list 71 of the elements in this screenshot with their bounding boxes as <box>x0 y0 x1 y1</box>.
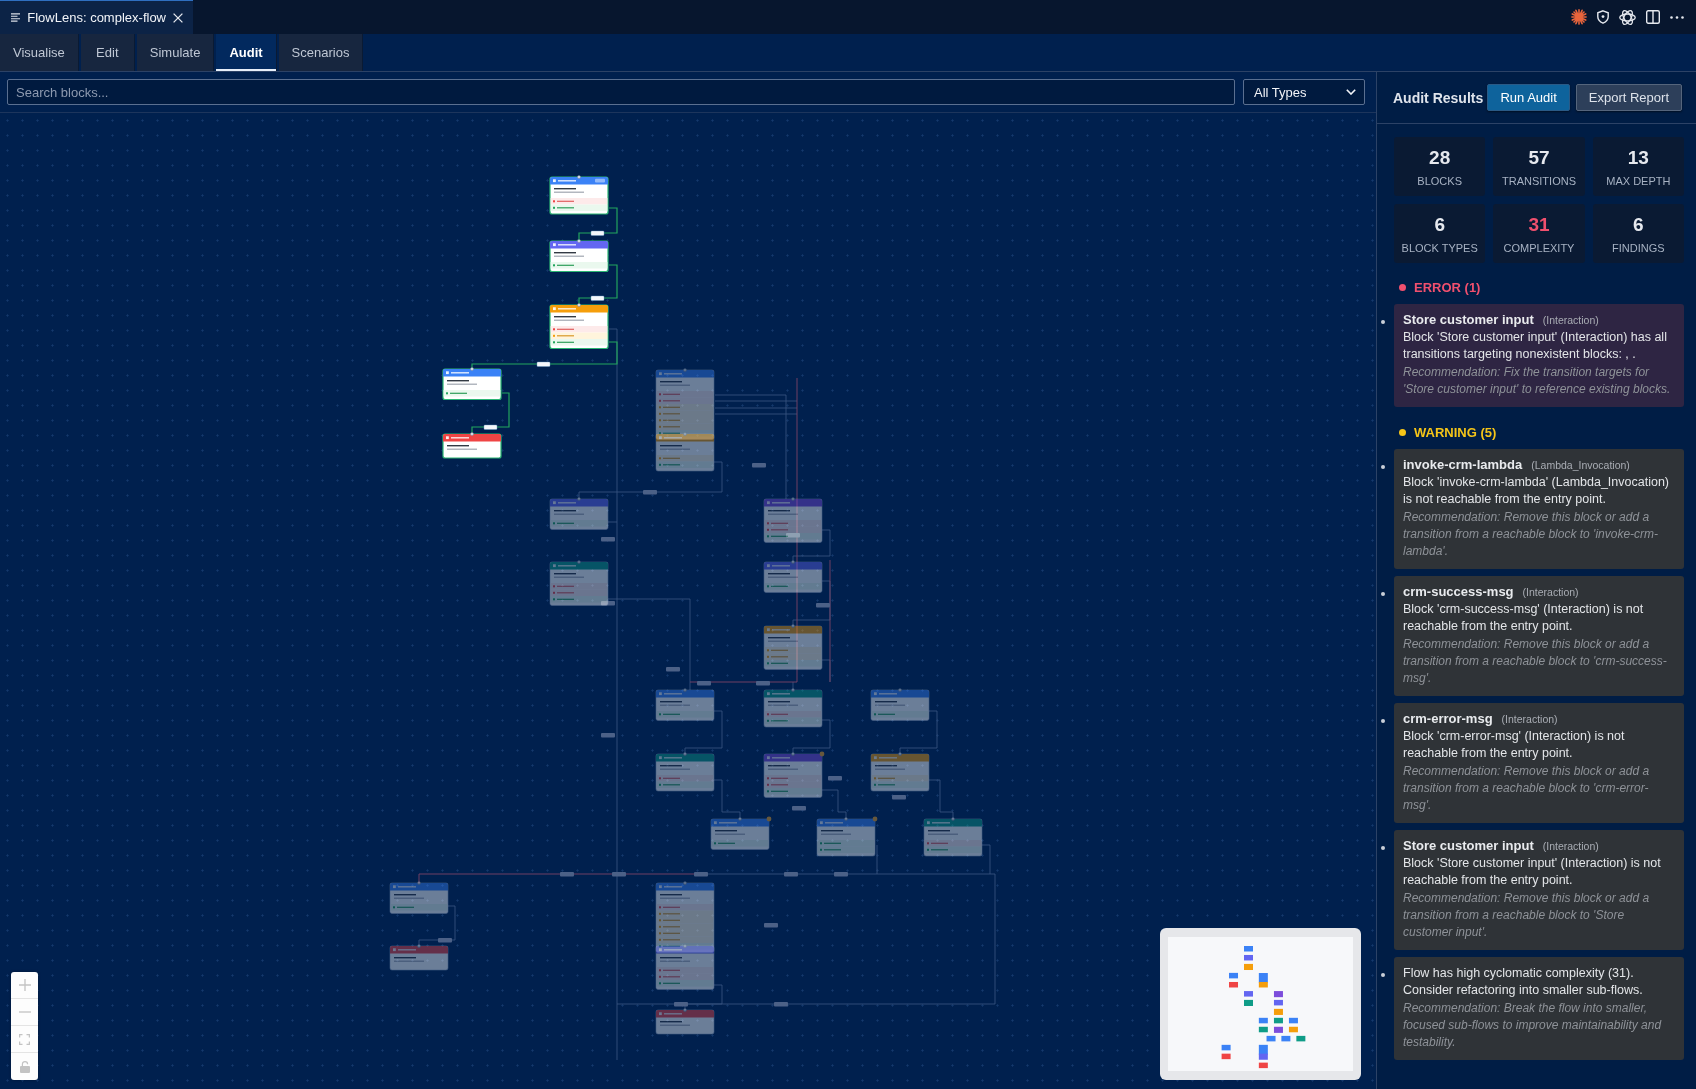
sparkle-icon[interactable] <box>1571 9 1587 25</box>
flow-node[interactable] <box>549 175 609 215</box>
more-icon[interactable] <box>1670 15 1684 19</box>
stat-label: BLOCK TYPES <box>1401 241 1478 254</box>
bullet-icon <box>1381 465 1385 469</box>
block-type: (Interaction) <box>1522 586 1579 598</box>
finding-message: Block 'crm-error-msg' (Interaction) is not reachable from the entry point. <box>1403 728 1626 762</box>
section-heading: ERROR (1) <box>1414 280 1481 295</box>
action-button[interactable]: Export Report <box>1575 84 1682 111</box>
block-type: (Interaction) <box>1542 840 1599 852</box>
block-name: Store customer input <box>1403 838 1534 853</box>
finding-recommendation: Recommendation: Remove this block or add a transition from a reachable block to 'crm-error-msg'. <box>1403 763 1651 814</box>
stat-value: 13 <box>1627 146 1649 169</box>
finding-message: Flow has high cyclomatic complexity (31). Consider refactoring into smaller sub-flows. <box>1403 965 1644 999</box>
search-field[interactable]: Search blocks... <box>7 79 1235 105</box>
finding-recommendation: Recommendation: Fix the transition targets for 'Store customer input' to reference existing blocks. <box>1403 364 1672 398</box>
stat-value: 6 <box>1434 213 1445 236</box>
editor-tab[interactable]: FlowLens: complex-flow <box>0 0 193 34</box>
bullet-icon <box>1381 973 1385 977</box>
finding-message: Block 'Store customer input' (Interaction) has all transitions targeting nonexistent blocks: , . <box>1403 329 1668 363</box>
lock-icon <box>19 1060 30 1073</box>
view-tab[interactable]: Visualise <box>0 34 79 71</box>
shield-icon[interactable] <box>1597 10 1609 24</box>
finding-recommendation: Recommendation: Remove this block or add a transition from a reachable block to 'crm-success-msg'. <box>1403 636 1668 687</box>
atom-icon[interactable] <box>1619 8 1636 26</box>
bullet-icon <box>1381 719 1385 723</box>
minimap-frame[interactable] <box>1160 928 1361 1080</box>
block-name: invoke-crm-lambda <box>1403 457 1523 472</box>
minus-icon <box>18 1011 31 1013</box>
stat-value: 57 <box>1528 146 1550 169</box>
stat-value: 28 <box>1429 146 1451 169</box>
severity-dot-icon <box>1399 429 1406 436</box>
view-tab[interactable]: Simulate <box>136 34 215 71</box>
stat-value: 6 <box>1633 213 1644 236</box>
list-icon <box>11 13 21 22</box>
finding-recommendation: Recommendation: Remove this block or add a transition from a reachable block to 'invoke-crm-lambda'. <box>1403 509 1660 560</box>
finding-recommendation: Recommendation: Break the flow into smaller, focused sub-flows to improve maintainability and testability. <box>1403 1000 1663 1051</box>
stat-value: 31 <box>1528 213 1550 236</box>
finding-message: Block 'invoke-crm-lambda' (Lambda_Invocation) is not reachable from the entry point. <box>1403 474 1670 508</box>
stat-label: TRANSITIONS <box>1502 174 1576 187</box>
stat-label: MAX DEPTH <box>1606 174 1671 187</box>
finding-message: Block 'Store customer input' (Interaction) is not reachable from the entry point. <box>1403 855 1662 889</box>
action-button[interactable]: Run Audit <box>1487 84 1570 111</box>
stat-label: COMPLEXITY <box>1503 241 1575 254</box>
type-filter-dropdown[interactable]: All Types <box>1243 79 1365 105</box>
block-type: (Lambda_Invocation) <box>1531 459 1630 471</box>
block-type: (Interaction) <box>1542 314 1599 326</box>
bullet-icon <box>1381 592 1385 596</box>
panel-title: Audit Results <box>1393 89 1484 106</box>
section-heading: WARNING (5) <box>1414 425 1497 440</box>
view-tab[interactable]: Scenarios <box>278 34 364 71</box>
editor-tab-title: FlowLens: complex-flow <box>27 10 166 25</box>
severity-dot-icon <box>1399 284 1406 291</box>
block-name: Store customer input <box>1403 312 1534 327</box>
fit-view-icon <box>19 1033 30 1045</box>
bullet-icon <box>1381 846 1385 850</box>
chevron-down-icon <box>1346 89 1356 95</box>
block-type: (Interaction) <box>1501 713 1558 725</box>
view-tab[interactable]: Edit <box>80 34 135 71</box>
block-name: crm-error-msg <box>1403 711 1493 726</box>
finding-message: Block 'crm-success-msg' (Interaction) is not reachable from the entry point. <box>1403 601 1645 635</box>
split-panel-icon[interactable] <box>1646 10 1660 24</box>
bullet-icon <box>1381 320 1385 324</box>
finding-recommendation: Recommendation: Remove this block or add a transition from a reachable block to 'Store customer input'. <box>1403 890 1651 941</box>
close-icon <box>173 12 183 23</box>
block-name: crm-success-msg <box>1403 584 1514 599</box>
stat-label: BLOCKS <box>1417 174 1462 187</box>
stat-label: FINDINGS <box>1612 241 1665 254</box>
plus-icon <box>18 979 31 991</box>
view-tab[interactable]: Audit <box>216 34 277 71</box>
close-tab-button[interactable] <box>173 12 183 23</box>
